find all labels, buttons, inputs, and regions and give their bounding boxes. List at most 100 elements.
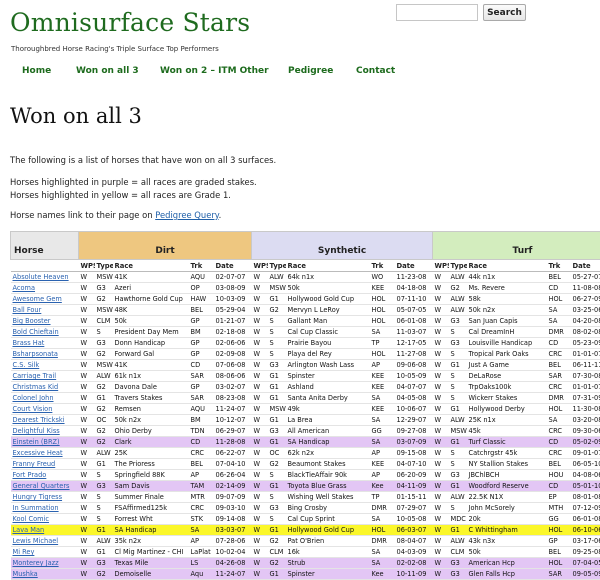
dirt-race-cell: President Day Mem: [113, 327, 189, 338]
synthetic-trk-cell: AP: [370, 448, 395, 459]
search-button[interactable]: Search: [483, 4, 526, 21]
horse-name-link[interactable]: Lava Man: [13, 526, 45, 534]
horse-name-link[interactable]: Carriage Trail: [13, 372, 57, 380]
synthetic-date-cell: 09-27-08: [395, 426, 433, 437]
dirt-trk-cell: OP: [189, 283, 214, 294]
horse-cell: Colonel John: [11, 393, 79, 404]
horse-name-link[interactable]: Excessive Heat: [13, 449, 63, 457]
turf-race-cell: Turf Classic: [467, 437, 547, 448]
horse-name-link[interactable]: Court Vision: [13, 405, 53, 413]
column-header-synthetic-trk: Trk: [370, 260, 395, 272]
horse-name-link[interactable]: Monterey Jazz: [13, 559, 59, 567]
horse-name-link[interactable]: Fort Prado: [13, 471, 47, 479]
turf-date-cell: 08-01-08: [571, 492, 600, 503]
dirt-race-cell: Remsen: [113, 404, 189, 415]
turf-trk-cell: HOL: [547, 404, 571, 415]
dirt-type-cell: S: [95, 470, 113, 481]
synthetic-trk-cell: TP: [370, 338, 395, 349]
horse-name-link[interactable]: C.S. Silk: [13, 361, 40, 369]
dirt-date-cell: 09-14-08: [214, 514, 252, 525]
dirt-date-cell: 06-22-07: [214, 448, 252, 459]
synthetic-date-cell: 10-11-09: [395, 569, 433, 580]
table-row: Fort PradoWSSpringfield 88KAP06-26-04WSB…: [11, 470, 600, 481]
synthetic-trk-cell: TP: [370, 492, 395, 503]
turf-trk-cell: CRC: [547, 448, 571, 459]
synthetic-race-cell: Spinster: [286, 569, 370, 580]
dirt-trk-cell: SAR: [189, 393, 214, 404]
horse-name-link[interactable]: Kool Comic: [13, 515, 50, 523]
turf-date-cell: 06-05-10: [571, 459, 600, 470]
turf-date-cell: 11-08-08: [571, 283, 600, 294]
dirt-type-cell: ALW: [95, 448, 113, 459]
dirt-type-cell: S: [95, 492, 113, 503]
synthetic-race-cell: Wishing Well Stakes: [286, 492, 370, 503]
horse-name-link[interactable]: Colonel John: [13, 394, 54, 402]
horse-name-link[interactable]: General Quarters: [13, 482, 70, 490]
horse-name-link[interactable]: Bold Chieftain: [13, 328, 59, 336]
synthetic-date-cell: 04-05-08: [395, 393, 433, 404]
table-row: Lava ManWG1SA HandicapSA03-03-07WG1Holly…: [11, 525, 600, 536]
dirt-trk-cell: AP: [189, 536, 214, 547]
horse-name-link[interactable]: Big Booster: [13, 317, 51, 325]
horse-name-link[interactable]: Bsharpsonata: [13, 350, 58, 358]
synthetic-race-cell: Spinster: [286, 371, 370, 382]
column-header-turf-race: Race: [467, 260, 547, 272]
dirt-trk-cell: Aqu: [189, 569, 214, 580]
horse-name-link[interactable]: Awesome Gem: [13, 295, 62, 303]
horse-name-link[interactable]: Delightful Kiss: [13, 427, 60, 435]
column-header-turf-type: Type: [449, 260, 467, 272]
turf-trk-cell: SAR: [547, 371, 571, 382]
horse-name-link[interactable]: In Summation: [13, 504, 59, 512]
dirt-type-cell: G2: [95, 404, 113, 415]
horse-name-link[interactable]: Ball Four: [13, 306, 42, 314]
turf-trk-cell: SA: [547, 415, 571, 426]
dirt-type-cell: G2: [95, 382, 113, 393]
turf-race-cell: TrpOaks100k: [467, 382, 547, 393]
horse-name-link[interactable]: Christmas Kid: [13, 383, 59, 391]
turf-date-cell: 11-30-08: [571, 404, 600, 415]
horse-name-link[interactable]: Einstein (BRZ): [13, 438, 60, 446]
synthetic-date-cell: 06-03-07: [395, 525, 433, 536]
turf-type-cell: ALW: [449, 305, 467, 316]
horse-name-link[interactable]: Hungry Tigress: [13, 493, 63, 501]
link-note: Horse names link to their page on Pedigr…: [10, 210, 221, 220]
horse-name-link[interactable]: Acoma: [13, 284, 36, 292]
horse-name-link[interactable]: Absolute Heaven: [13, 273, 69, 281]
dirt-type-cell: S: [95, 503, 113, 514]
horse-cell: Bold Chieftain: [11, 327, 79, 338]
horse-name-link[interactable]: Dearest Trickski: [13, 416, 65, 424]
nav-home[interactable]: Home: [22, 66, 51, 76]
dirt-type-cell: G2: [95, 437, 113, 448]
synthetic-date-cell: 12-29-07: [395, 415, 433, 426]
turf-wps-cell: W: [433, 448, 449, 459]
turf-date-cell: 03-20-08: [571, 415, 600, 426]
horse-name-link[interactable]: Franny Freud: [13, 460, 56, 468]
pedigree-query-link[interactable]: Pedigree Query: [155, 210, 218, 220]
table-row: Einstein (BRZ)WG2ClarkCD11-28-08WG1SA Ha…: [11, 437, 600, 448]
horse-name-link[interactable]: Mushka: [13, 570, 38, 578]
horse-cell: Monterey Jazz: [11, 558, 79, 569]
synthetic-wps-cell: W: [252, 514, 268, 525]
synthetic-wps-cell: W: [252, 481, 268, 492]
nav-won-on-all-3[interactable]: Won on all 3: [76, 66, 139, 76]
synthetic-wps-cell: W: [252, 283, 268, 294]
nav-pedigree[interactable]: Pedigree: [288, 66, 333, 76]
table-row: Carriage TrailWALW61k n1xSAR08-06-06WG1S…: [11, 371, 600, 382]
horse-name-link[interactable]: Mi Rey: [13, 548, 35, 556]
dirt-race-cell: 41K: [113, 272, 189, 283]
turf-date-cell: 09-01-07: [571, 448, 600, 459]
site-title[interactable]: Omnisurface Stars: [10, 8, 250, 37]
dirt-race-cell: Demoiselle: [113, 569, 189, 580]
horse-name-link[interactable]: Brass Hat: [13, 339, 45, 347]
dirt-trk-cell: BM: [189, 415, 214, 426]
horse-name-link[interactable]: Lewis Michael: [13, 537, 59, 545]
turf-wps-cell: W: [433, 360, 449, 371]
search-input[interactable]: [396, 4, 478, 21]
dirt-race-cell: 50k: [113, 316, 189, 327]
synthetic-type-cell: G1: [268, 393, 286, 404]
nav-contact[interactable]: Contact: [356, 66, 395, 76]
column-header-turf-wps: WPS: [433, 260, 449, 272]
nav-won-on-2-itm-other[interactable]: Won on 2 – ITM Other: [160, 66, 269, 76]
dirt-type-cell: G1: [95, 525, 113, 536]
horse-cell: Bsharpsonata: [11, 349, 79, 360]
